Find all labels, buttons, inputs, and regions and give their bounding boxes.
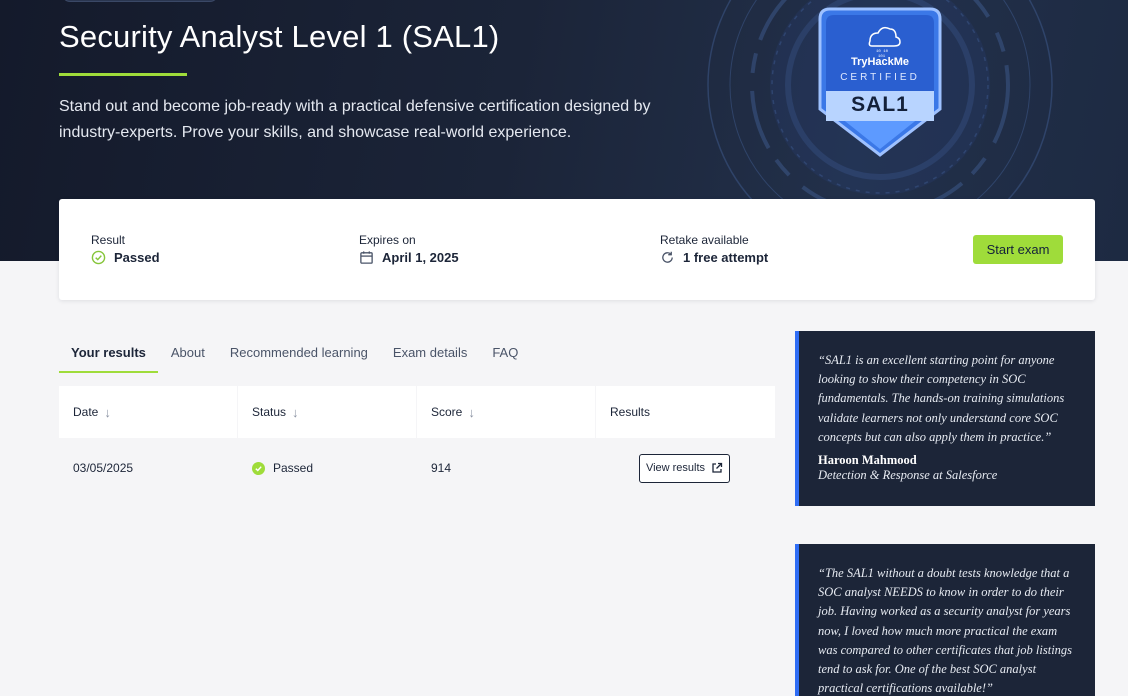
hero-category-pill [62,0,218,2]
status-text: Passed [273,461,314,475]
title-underline [59,73,187,76]
retake-value-row: 1 free attempt [660,250,768,265]
column-header-label: Date [73,405,99,419]
result-value-row: Passed [91,250,160,265]
badge-code: SAL1 [851,93,909,116]
start-exam-button[interactable]: Start exam [973,235,1063,264]
expires-value-row: April 1, 2025 [359,250,459,265]
cell-date: 03/05/2025 [73,461,134,475]
column-header-label: Status [252,405,287,419]
svg-text:10 10: 10 10 [876,50,889,54]
exam-status-card: Result Passed Expires on April 1, 2025 R… [59,199,1095,300]
tab-exam-details[interactable]: Exam details [381,333,479,373]
retake-field: Retake available 1 free attempt [660,233,768,265]
table-header: Date ↓ Status ↓ Score ↓ Results [59,386,775,438]
result-value: Passed [114,250,160,265]
testimonial-card: “SAL1 is an excellent starting point for… [795,331,1095,506]
sort-arrow-icon: ↓ [104,404,111,420]
badge-brand: TryHackMe [850,56,910,68]
tab-faq[interactable]: FAQ [480,333,530,373]
check-circle-icon [91,250,106,265]
column-header-date[interactable]: Date ↓ [59,386,237,438]
column-header-score[interactable]: Score ↓ [417,386,595,438]
view-results-button[interactable]: View results [639,453,730,483]
tab-recommended-learning[interactable]: Recommended learning [218,333,380,373]
expires-value: April 1, 2025 [382,250,459,265]
sort-arrow-icon: ↓ [292,404,299,420]
hero-description: Stand out and become job-ready with a pr… [59,98,651,141]
column-header-label: Score [431,405,463,419]
column-header-status[interactable]: Status ↓ [238,386,416,438]
external-link-icon [712,462,723,473]
cell-results: View results [596,453,775,483]
testimonial-role: Detection & Response at Salesforce [818,468,998,483]
expires-label: Expires on [359,233,416,247]
retake-label: Retake available [660,233,749,247]
column-header-results: Results [596,386,775,438]
tab-bar: Your results About Recommended learning … [59,333,531,373]
cell-score: 914 [431,461,452,475]
view-results-label: View results [645,462,706,474]
page-title: Security Analyst Level 1 (SAL1) [59,19,500,54]
column-header-label: Results [610,405,651,419]
expires-field: Expires on April 1, 2025 [359,233,459,265]
passed-check-icon [252,461,265,475]
testimonial-text: “The SAL1 without a doubt tests knowledg… [818,566,1073,696]
result-field: Result Passed [91,233,160,265]
refresh-icon [662,251,673,263]
testimonial-text: “SAL1 is an excellent starting point for… [818,353,1065,444]
testimonial-card: “The SAL1 without a doubt tests knowledg… [795,544,1095,696]
sort-arrow-icon: ↓ [468,404,475,420]
results-table: Date ↓ Status ↓ Score ↓ Results 03/05/20… [59,386,775,498]
calendar-icon [360,251,373,264]
cell-status: Passed [238,461,417,475]
testimonial-author: Haroon Mahmood [818,453,917,468]
tab-about[interactable]: About [159,333,217,373]
badge-certified: CERTIFIED [840,72,920,83]
retake-value: 1 free attempt [683,250,769,265]
table-row: 03/05/2025 Passed 914 View results [59,438,775,498]
tab-your-results[interactable]: Your results [59,333,158,373]
result-label: Result [91,233,126,247]
